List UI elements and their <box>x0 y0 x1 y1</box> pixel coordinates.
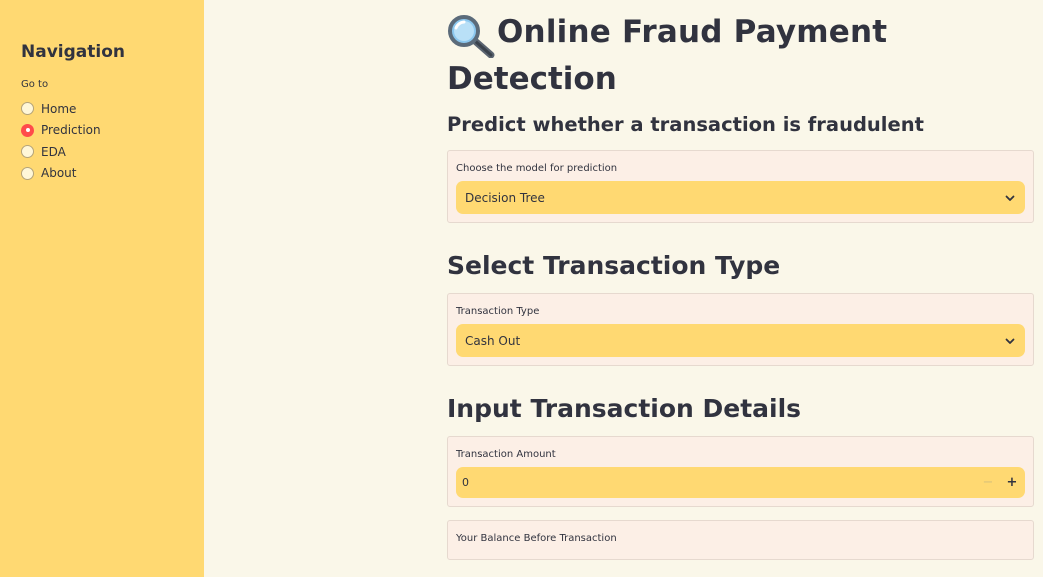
balance-input-label: Your Balance Before Transaction <box>456 533 617 544</box>
page-subtitle: Predict whether a transaction is fraudul… <box>447 113 924 136</box>
chevron-down-icon <box>1005 338 1015 344</box>
section-title-details: Input Transaction Details <box>447 394 802 423</box>
balance-input-card: Your Balance Before Transaction <box>447 520 1034 560</box>
amount-stepper: − + <box>981 475 1019 490</box>
nav-option-prediction[interactable]: Prediction <box>21 120 204 142</box>
nav-option-label: Home <box>41 101 77 116</box>
radio-circle-icon[interactable] <box>21 145 34 159</box>
type-select-card: Transaction Type Cash Out <box>447 293 1034 366</box>
type-select[interactable]: Cash Out <box>456 324 1025 357</box>
goto-label: Go to <box>21 79 49 90</box>
nav-option-label: EDA <box>41 144 66 159</box>
radio-circle-icon[interactable] <box>21 102 34 116</box>
nav-option-label: About <box>41 166 77 181</box>
magnifying-glass-icon <box>447 14 497 60</box>
content-column: Online Fraud Payment Detection Predict w… <box>447 10 1034 560</box>
type-select-value: Cash Out <box>465 333 521 348</box>
main-content: Online Fraud Payment Detection Predict w… <box>204 0 1043 577</box>
nav-option-about[interactable]: About <box>21 163 204 185</box>
model-select-label: Choose the model for prediction <box>456 163 618 174</box>
nav-radio-group: Home Prediction EDA About <box>21 98 204 184</box>
decrement-button[interactable]: − <box>981 475 995 490</box>
amount-input-card: Transaction Amount 0 − + <box>447 436 1034 507</box>
amount-input-value[interactable]: 0 <box>462 476 469 489</box>
amount-input[interactable]: 0 − + <box>456 467 1025 498</box>
sidebar: Navigation Go to Home Prediction EDA Abo… <box>0 0 204 577</box>
nav-option-home[interactable]: Home <box>21 98 204 120</box>
radio-circle-icon[interactable] <box>21 166 34 180</box>
increment-button[interactable]: + <box>1005 475 1019 490</box>
type-select-label: Transaction Type <box>456 306 540 317</box>
radio-selected-icon[interactable] <box>21 123 34 137</box>
sidebar-title: Navigation <box>21 42 125 62</box>
section-title-type: Select Transaction Type <box>447 251 781 280</box>
page-title-line1: Online Fraud Payment <box>497 14 888 50</box>
nav-option-eda[interactable]: EDA <box>21 141 204 163</box>
model-select[interactable]: Decision Tree <box>456 181 1025 214</box>
app-root: Navigation Go to Home Prediction EDA Abo… <box>0 0 1043 577</box>
model-select-value: Decision Tree <box>465 190 545 205</box>
page-title-line2: Detection <box>447 61 617 97</box>
model-select-card: Choose the model for prediction Decision… <box>447 150 1034 223</box>
page-title: Online Fraud Payment <box>447 10 1034 60</box>
chevron-down-icon <box>1005 195 1015 201</box>
amount-input-label: Transaction Amount <box>456 449 556 460</box>
nav-option-label: Prediction <box>41 123 101 138</box>
